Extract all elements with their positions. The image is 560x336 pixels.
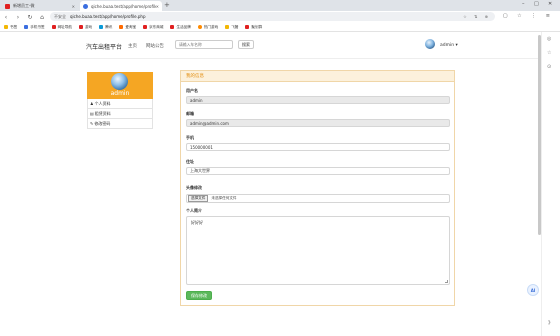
site-brand[interactable]: 汽车出租平台: [86, 42, 122, 51]
profile-name: admin: [110, 90, 130, 97]
browser-side-rail: ◎ ☆ ⊙: [541, 32, 560, 336]
close-tab-icon[interactable]: ✕: [156, 4, 159, 9]
new-tab-icon[interactable]: +: [164, 2, 170, 9]
tab-title: qiche.buaa.test/app/home/profile.php: [91, 3, 156, 9]
email-field: admin@admin.com: [186, 119, 450, 127]
avatar-label: 头像修改: [186, 185, 202, 190]
browser-tab-bar: 新增员工-微 ✕ qiche.buaa.test/app/home/profil…: [0, 0, 560, 11]
bookmark-icon: [4, 25, 8, 29]
bio-textarea[interactable]: 好好好: [186, 216, 450, 285]
sidebar-history-icon[interactable]: ⊙: [547, 64, 551, 70]
browser-toolbar-icons[interactable]: ▢ ☆ ⋮ ≡: [503, 13, 554, 19]
phone-field[interactable]: 150000001: [186, 143, 450, 151]
browser-tab-active[interactable]: qiche.buaa.test/app/home/profile.php ✕: [80, 1, 162, 11]
nav-announcements[interactable]: 网站公告: [146, 43, 164, 49]
bookmark[interactable]: 生活品牌: [170, 25, 191, 30]
bookmark-icon: [245, 25, 250, 29]
bookmark-icon: [99, 25, 104, 29]
email-label: 邮箱: [186, 111, 194, 116]
phone-label: 手机: [186, 135, 194, 140]
tab-title: 新增员工-微: [13, 3, 35, 8]
ai-assistant-button[interactable]: AI: [527, 284, 539, 296]
choose-file-button[interactable]: 选择文件: [188, 195, 209, 202]
profile-card-header: admin: [87, 72, 153, 99]
user-menu[interactable]: admin ▾: [440, 43, 458, 48]
bookmark[interactable]: 爱淘宝: [119, 25, 136, 30]
forward-icon[interactable]: ›: [12, 14, 24, 21]
bookmark[interactable]: 手机书签: [24, 25, 45, 30]
user-icon: ♟: [90, 101, 94, 106]
bookmark[interactable]: 热门游戏: [197, 25, 218, 30]
bookmark-icon: [78, 25, 83, 29]
list-icon: ▤: [90, 111, 94, 116]
bookmark-icon: [197, 25, 202, 29]
bookmark[interactable]: 飞猪: [225, 25, 238, 30]
profile-form-panel: 我的信息 用户名 admin 邮箱 admin@admin.com 手机 150…: [180, 70, 455, 306]
bookmark-icon: [170, 25, 175, 29]
bookmark[interactable]: 聚划算: [245, 25, 262, 30]
profile-avatar: [111, 73, 128, 90]
tab-favicon-icon: [5, 3, 10, 9]
menu-item-password[interactable]: ✎ 修改密码: [87, 119, 153, 129]
save-button[interactable]: 保存修改: [186, 291, 212, 300]
maximize-icon[interactable]: □: [534, 1, 539, 7]
menu-item-profile[interactable]: ♟ 个人资料: [87, 99, 153, 109]
profile-card: admin ♟ 个人资料 ▤ 租赁资料 ✎ 修改密码: [87, 72, 153, 139]
bookmarks-bar: 书签 手机书签 网址导航 游戏 腾讯 爱淘宝 京东商城 生活品牌 热门游戏 飞猪…: [0, 23, 560, 32]
reload-icon[interactable]: ↻: [24, 14, 36, 21]
username-field: admin: [186, 96, 450, 104]
back-icon[interactable]: ‹: [0, 14, 12, 21]
bookmark-icon: [24, 25, 29, 29]
bookmark-icon: [225, 25, 230, 29]
bookmark[interactable]: 网址导航: [51, 25, 72, 30]
bio-label: 个人简介: [186, 208, 202, 213]
bookmark-icon: [143, 25, 148, 29]
address-bar[interactable]: 不安全 qiche.buaa.test/app/home/profile.php…: [50, 12, 495, 21]
bookmark-icon: [51, 25, 56, 29]
edit-icon: ✎: [90, 121, 94, 126]
browser-tab[interactable]: 新增员工-微 ✕: [2, 1, 78, 11]
bookmark[interactable]: 京东商城: [143, 25, 163, 30]
close-window-icon[interactable]: ✕: [548, 1, 552, 7]
sidebar-favorites-icon[interactable]: ☆: [547, 50, 551, 56]
address-url[interactable]: qiche.buaa.test/app/home/profile.php: [70, 14, 145, 19]
sidebar-search-icon[interactable]: ◎: [547, 36, 551, 42]
site-header: 汽车出租平台 主页 网站公告 搜索 admin ▾: [0, 32, 538, 59]
expand-icon[interactable]: ⟫: [548, 320, 551, 326]
tab-favicon-icon: [83, 3, 88, 9]
address-field[interactable]: 上海大世界: [186, 167, 450, 175]
bookmark-icon: [119, 25, 124, 29]
panel-title: 我的信息: [181, 71, 454, 82]
file-status: 未选择任何文件: [211, 196, 237, 200]
resize-handle-icon[interactable]: [445, 280, 448, 283]
address-label: 住址: [186, 159, 194, 164]
bookmark[interactable]: 书签: [4, 25, 17, 30]
username-label: 用户名: [186, 88, 198, 93]
menu-item-rentals[interactable]: ▤ 租赁资料: [87, 109, 153, 119]
security-warning[interactable]: 不安全: [54, 14, 66, 20]
close-tab-icon[interactable]: ✕: [72, 4, 75, 9]
bookmark[interactable]: 游戏: [78, 25, 92, 30]
address-bar-actions[interactable]: ☆ ⇅ ⊕: [463, 14, 491, 19]
bookmark[interactable]: 腾讯: [99, 25, 112, 30]
search-button[interactable]: 搜索: [238, 40, 254, 49]
search-input[interactable]: [175, 40, 233, 49]
browser-nav-bar: ‹ › ↻ ⌂ 不安全 qiche.buaa.test/app/home/pro…: [0, 11, 560, 23]
home-icon[interactable]: ⌂: [36, 14, 48, 21]
nav-home[interactable]: 主页: [128, 43, 137, 49]
user-avatar[interactable]: [425, 39, 435, 49]
minimize-icon[interactable]: –: [522, 1, 525, 7]
avatar-file-input[interactable]: 选择文件 未选择任何文件: [186, 194, 450, 203]
bio-text: 好好好: [191, 220, 203, 225]
